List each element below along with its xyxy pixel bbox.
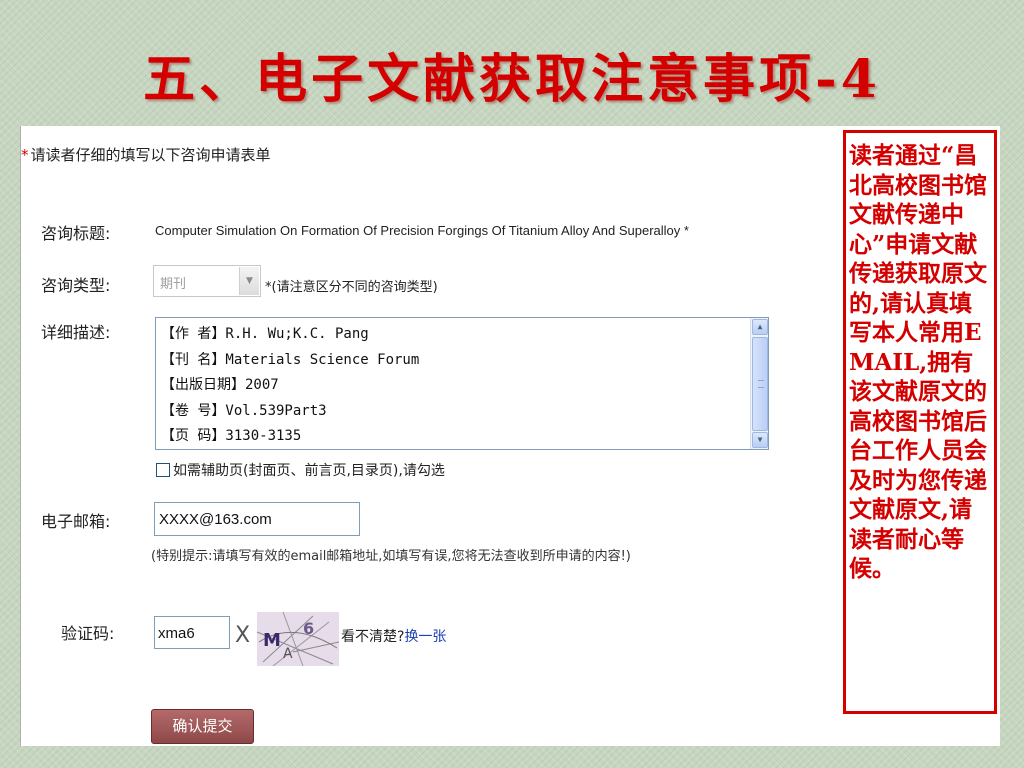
subject-value: Computer Simulation On Formation Of Prec… [155, 223, 689, 238]
form-screenshot: * 请读者仔细的填写以下咨询申请表单 咨询标题: Computer Simulat… [20, 126, 1000, 746]
form-heading: * 请读者仔细的填写以下咨询申请表单 [21, 144, 271, 165]
captcha-image: X M A 6 [233, 612, 339, 666]
captcha-char: X [235, 623, 250, 648]
reader-notice-text: 读者通过“昌北高校图书馆文献传递中心”申请文献传递获取原文的,请认真填写本人常用… [849, 142, 987, 582]
aux-page-checkbox[interactable] [156, 463, 170, 477]
email-label: 电子邮箱: [41, 512, 111, 531]
aux-page-option: 如需辅助页(封面页、前言页,目录页),请勾选 [156, 460, 445, 480]
detail-line: 【作 者】R.H. Wu;K.C. Pang [161, 326, 369, 342]
reader-notice-box: 读者通过“昌北高校图书馆文献传递中心”申请文献传递获取原文的,请认真填写本人常用… [843, 130, 997, 714]
scroll-down-icon[interactable]: ▼ [752, 432, 768, 448]
captcha-char: A [283, 646, 293, 662]
detail-line: 【页 码】3130-3135 [161, 428, 302, 444]
type-label: 咨询类型: [41, 276, 111, 295]
detail-line: 【出版日期】2007 [161, 377, 279, 393]
email-field[interactable]: XXXX@163.com [154, 502, 360, 536]
email-note: (特别提示:请填写有效的email邮箱地址,如填写有误,您将无法查收到所申请的内… [151, 549, 631, 564]
type-select-value: 期刊 [160, 277, 187, 292]
captcha-char: 6 [303, 619, 314, 638]
captcha-field[interactable]: xma6 [154, 616, 230, 649]
submit-button[interactable]: 确认提交 [151, 709, 254, 744]
form-heading-text: 请读者仔细的填写以下咨询申请表单 [30, 146, 271, 164]
captcha-label: 验证码: [61, 624, 115, 643]
subject-label: 咨询标题: [41, 224, 111, 243]
captcha-char: M [263, 630, 281, 651]
captcha-refresh-link[interactable]: 换一张 [404, 629, 446, 645]
consultation-form: * 请读者仔细的填写以下咨询申请表单 咨询标题: Computer Simulat… [21, 126, 843, 746]
detail-scrollbar[interactable]: ▲ ▼ [750, 318, 768, 449]
type-hint: *(请注意区分不同的咨询类型) [265, 280, 438, 295]
scroll-up-icon[interactable]: ▲ [752, 319, 768, 335]
aux-page-label: 如需辅助页(封面页、前言页,目录页),请勾选 [173, 463, 445, 479]
detail-textarea[interactable]: 【作 者】R.H. Wu;K.C. Pang 【刊 名】Materials Sc… [155, 317, 769, 450]
detail-line: 【卷 号】Vol.539Part3 [161, 402, 327, 419]
type-select[interactable]: 期刊 ▼ [153, 265, 261, 297]
chevron-down-icon[interactable]: ▼ [239, 267, 259, 295]
captcha-hint: 看不清楚?换一张 [341, 626, 446, 646]
detail-label: 详细描述: [41, 323, 111, 342]
captcha-unclear-text: 看不清楚? [341, 629, 405, 645]
detail-line: 【刊 名】Materials Science Forum [161, 351, 420, 368]
slide-title: 五、电子文献获取注意事项-4 [143, 49, 881, 110]
grip-icon [758, 380, 764, 388]
required-star: * [21, 146, 29, 164]
scroll-thumb[interactable] [752, 337, 768, 431]
